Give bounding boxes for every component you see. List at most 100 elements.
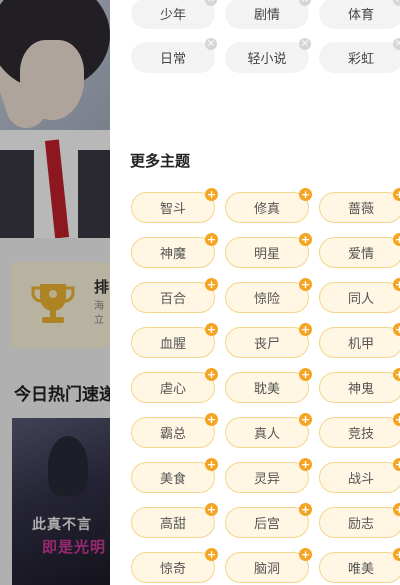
theme-tag[interactable]: 惊奇 + — [131, 548, 218, 583]
remove-tag-icon[interactable]: × — [393, 38, 400, 50]
add-tag-icon[interactable]: + — [299, 413, 312, 426]
theme-tag[interactable]: 百合 + — [131, 278, 218, 313]
theme-tag[interactable]: 后宫 + — [225, 503, 312, 538]
add-tag-icon[interactable]: + — [205, 458, 218, 471]
theme-tag-label: 神魔 — [159, 247, 186, 262]
selected-tag-label: 日常 — [159, 52, 186, 67]
theme-tag[interactable]: 明星 + — [225, 233, 312, 268]
theme-tag-label: 百合 — [159, 292, 186, 307]
theme-tag[interactable]: 战斗 + — [319, 458, 400, 493]
theme-tag[interactable]: 耽美 + — [225, 368, 312, 403]
add-tag-icon[interactable]: + — [299, 548, 312, 561]
selected-tag[interactable]: 体育 × — [319, 0, 400, 29]
selected-tag-label: 体育 — [347, 8, 374, 23]
remove-tag-icon[interactable]: × — [299, 38, 311, 50]
theme-tag-label: 唯美 — [347, 562, 374, 577]
add-tag-icon[interactable]: + — [205, 548, 218, 561]
add-tag-icon[interactable]: + — [393, 458, 400, 471]
selected-tag-label: 轻小说 — [247, 52, 287, 67]
theme-tag-label: 竞技 — [347, 427, 374, 442]
theme-tag-label: 战斗 — [347, 472, 374, 487]
add-tag-icon[interactable]: + — [205, 503, 218, 516]
add-tag-icon[interactable]: + — [205, 368, 218, 381]
theme-tag[interactable]: 美食 + — [131, 458, 218, 493]
theme-tag[interactable]: 修真 + — [225, 188, 312, 223]
add-tag-icon[interactable]: + — [393, 323, 400, 336]
add-tag-icon[interactable]: + — [393, 503, 400, 516]
theme-tag[interactable]: 竞技 + — [319, 413, 400, 448]
add-tag-icon[interactable]: + — [393, 233, 400, 246]
theme-tag-label: 灵异 — [253, 472, 280, 487]
add-tag-icon[interactable]: + — [205, 413, 218, 426]
theme-tag-label: 脑洞 — [253, 562, 280, 577]
theme-tag[interactable]: 蔷薇 + — [319, 188, 400, 223]
add-tag-icon[interactable]: + — [205, 188, 218, 201]
theme-tag[interactable]: 神魔 + — [131, 233, 218, 268]
theme-tag[interactable]: 惊险 + — [225, 278, 312, 313]
theme-tag[interactable]: 脑洞 + — [225, 548, 312, 583]
theme-tag-label: 霸总 — [159, 427, 186, 442]
selected-tag-label: 少年 — [159, 8, 186, 23]
add-tag-icon[interactable]: + — [393, 188, 400, 201]
selected-tag[interactable]: 少年 × — [131, 0, 217, 29]
theme-tag[interactable]: 爱情 + — [319, 233, 400, 268]
theme-tag-label: 励志 — [347, 517, 374, 532]
remove-tag-icon[interactable]: × — [205, 38, 217, 50]
theme-tag-label: 虐心 — [159, 382, 186, 397]
theme-tag-label: 机甲 — [347, 337, 374, 352]
theme-tag[interactable]: 神鬼 + — [319, 368, 400, 403]
theme-tag-label: 耽美 — [253, 382, 280, 397]
theme-tag[interactable]: 同人 + — [319, 278, 400, 313]
add-tag-icon[interactable]: + — [299, 278, 312, 291]
theme-tag-label: 智斗 — [159, 202, 186, 217]
theme-tag-label: 同人 — [347, 292, 374, 307]
add-tag-icon[interactable]: + — [205, 278, 218, 291]
theme-tag-label: 后宫 — [253, 517, 280, 532]
dim-overlay[interactable] — [0, 0, 110, 585]
theme-tag[interactable]: 智斗 + — [131, 188, 218, 223]
theme-tag[interactable]: 丧尸 + — [225, 323, 312, 358]
theme-tag[interactable]: 霸总 + — [131, 413, 218, 448]
add-tag-icon[interactable]: + — [205, 233, 218, 246]
add-tag-icon[interactable]: + — [299, 188, 312, 201]
theme-tag-label: 美食 — [159, 472, 186, 487]
selected-tag[interactable]: 日常 × — [131, 38, 217, 73]
add-tag-icon[interactable]: + — [393, 278, 400, 291]
theme-tag-label: 惊险 — [253, 292, 280, 307]
selected-tag-label: 剧情 — [253, 8, 280, 23]
theme-tag[interactable]: 灵异 + — [225, 458, 312, 493]
add-tag-icon[interactable]: + — [299, 458, 312, 471]
selected-tag[interactable]: 剧情 × — [225, 0, 311, 29]
theme-tag[interactable]: 虐心 + — [131, 368, 218, 403]
add-tag-icon[interactable]: + — [393, 413, 400, 426]
theme-tag-label: 爱情 — [347, 247, 374, 262]
add-tag-icon[interactable]: + — [299, 503, 312, 516]
selected-tag[interactable]: 轻小说 × — [225, 38, 311, 73]
theme-tag-label: 真人 — [253, 427, 280, 442]
remove-tag-icon[interactable]: × — [205, 0, 217, 6]
remove-tag-icon[interactable]: × — [393, 0, 400, 6]
theme-drawer: 少年 × 剧情 × 体育 × 日常 × 轻小说 × 彩虹 × 更多主题 智斗 + 修真 + 蔷薇 + 神魔 + 明星 +… — [110, 0, 400, 585]
add-tag-icon[interactable]: + — [393, 368, 400, 381]
selected-tag[interactable]: 彩虹 × — [319, 38, 400, 73]
add-tag-icon[interactable]: + — [393, 548, 400, 561]
remove-tag-icon[interactable]: × — [299, 0, 311, 6]
add-tag-icon[interactable]: + — [205, 323, 218, 336]
more-themes-title: 更多主题 — [130, 152, 191, 170]
theme-tag-label: 丧尸 — [253, 337, 280, 352]
theme-tag[interactable]: 高甜 + — [131, 503, 218, 538]
theme-tag-label: 高甜 — [159, 517, 186, 532]
selected-tag-label: 彩虹 — [347, 52, 374, 67]
theme-tag-label: 血腥 — [159, 337, 186, 352]
theme-tag[interactable]: 血腥 + — [131, 323, 218, 358]
theme-tag-label: 惊奇 — [159, 562, 186, 577]
add-tag-icon[interactable]: + — [299, 233, 312, 246]
theme-tag-label: 修真 — [253, 202, 280, 217]
add-tag-icon[interactable]: + — [299, 368, 312, 381]
theme-tag[interactable]: 机甲 + — [319, 323, 400, 358]
theme-tag[interactable]: 励志 + — [319, 503, 400, 538]
theme-tag[interactable]: 真人 + — [225, 413, 312, 448]
add-tag-icon[interactable]: + — [299, 323, 312, 336]
theme-tag-label: 神鬼 — [347, 382, 374, 397]
theme-tag[interactable]: 唯美 + — [319, 548, 400, 583]
